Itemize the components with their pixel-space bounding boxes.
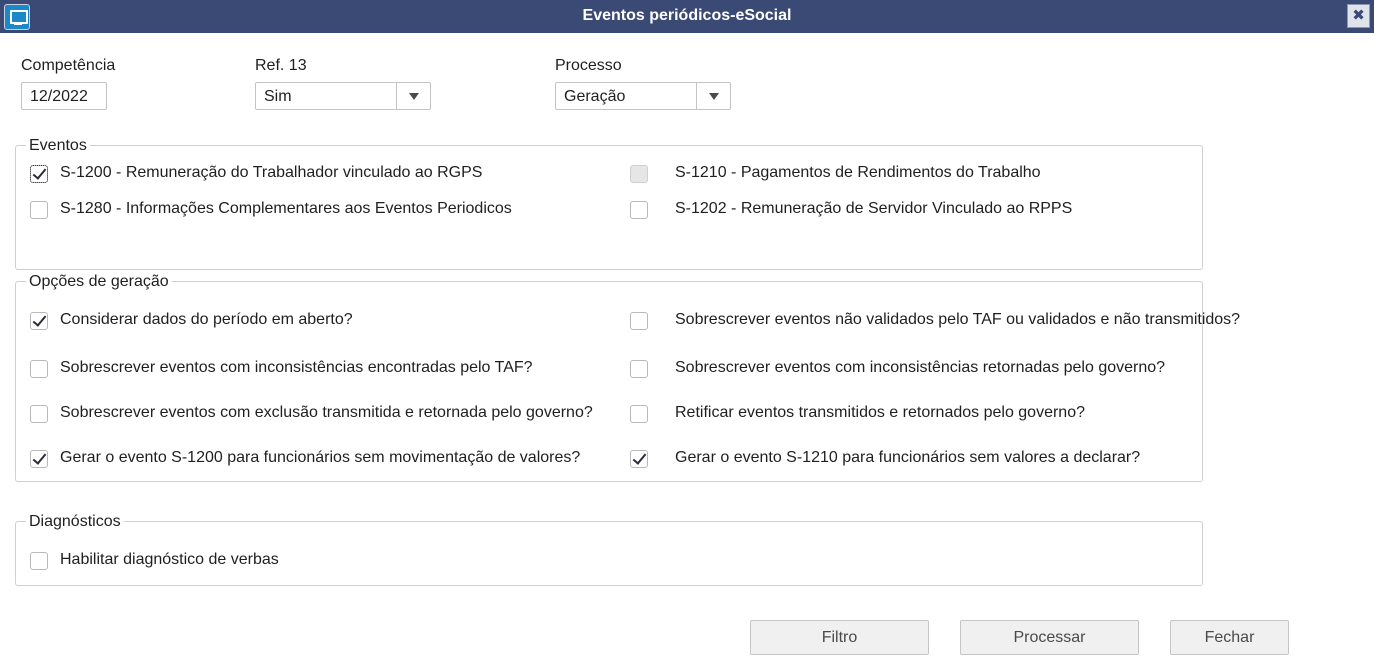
- checkbox-s1200[interactable]: [30, 165, 48, 183]
- competencia-input[interactable]: 12/2022: [21, 82, 107, 110]
- chevron-down-icon[interactable]: [696, 83, 730, 109]
- label-considerar-periodo: Considerar dados do período em aberto?: [60, 311, 353, 328]
- checkbox-considerar-periodo[interactable]: [30, 312, 48, 330]
- ref13-select[interactable]: Sim: [255, 82, 431, 110]
- processo-label: Processo: [555, 57, 622, 74]
- label-exclusao-transmitida: Sobrescrever eventos com exclusão transm…: [60, 404, 593, 421]
- label-inconsistencias-governo: Sobrescrever eventos com inconsistências…: [675, 359, 1166, 376]
- opcoes-group-title: Opções de geração: [26, 273, 172, 291]
- label-retificar-eventos: Retificar eventos transmitidos e retorna…: [675, 404, 1085, 421]
- label-gerar-s1200: Gerar o evento S-1200 para funcionários …: [60, 449, 581, 466]
- label-s1210: S-1210 - Pagamentos de Rendimentos do Tr…: [675, 164, 1041, 181]
- checkbox-sobrescrever-nao-validados[interactable]: [630, 312, 648, 330]
- window-title: Eventos periódicos-eSocial: [582, 7, 792, 24]
- label-sobrescrever-nao-validados: Sobrescrever eventos não validados pelo …: [675, 311, 1241, 328]
- checkbox-retificar-eventos[interactable]: [630, 405, 648, 423]
- checkbox-s1210: [630, 165, 648, 183]
- checkbox-gerar-s1210[interactable]: [630, 450, 648, 468]
- processo-select[interactable]: Geração: [555, 82, 731, 110]
- competencia-label: Competência: [21, 57, 116, 74]
- label-s1200: S-1200 - Remuneração do Trabalhador vinc…: [60, 164, 483, 181]
- checkbox-exclusao-transmitida[interactable]: [30, 405, 48, 423]
- filtro-button[interactable]: Filtro: [750, 620, 929, 655]
- checkbox-diagnostico-verbas[interactable]: [30, 552, 48, 570]
- checkbox-s1280[interactable]: [30, 201, 48, 219]
- checkbox-inconsistencias-governo[interactable]: [630, 360, 648, 378]
- label-s1202: S-1202 - Remuneração de Servidor Vincula…: [675, 200, 1073, 217]
- close-button[interactable]: ✖: [1347, 4, 1370, 28]
- eventos-group-title: Eventos: [26, 137, 90, 155]
- diagnosticos-group-title: Diagnósticos: [26, 513, 124, 531]
- title-bar: Eventos periódicos-eSocial ✖: [0, 0, 1374, 33]
- checkbox-gerar-s1200[interactable]: [30, 450, 48, 468]
- processo-value: Geração: [564, 88, 626, 105]
- processar-button[interactable]: Processar: [960, 620, 1139, 655]
- label-s1280: S-1280 - Informações Complementares aos …: [60, 200, 512, 217]
- checkbox-s1202[interactable]: [630, 201, 648, 219]
- label-diagnostico-verbas: Habilitar diagnóstico de verbas: [60, 551, 279, 568]
- fechar-button[interactable]: Fechar: [1170, 620, 1289, 655]
- checkbox-inconsistencias-taf[interactable]: [30, 360, 48, 378]
- label-inconsistencias-taf: Sobrescrever eventos com inconsistências…: [60, 359, 533, 376]
- chevron-down-icon[interactable]: [396, 83, 430, 109]
- ref13-value: Sim: [264, 88, 292, 105]
- ref13-label: Ref. 13: [255, 57, 307, 74]
- label-gerar-s1210: Gerar o evento S-1210 para funcionários …: [675, 449, 1141, 466]
